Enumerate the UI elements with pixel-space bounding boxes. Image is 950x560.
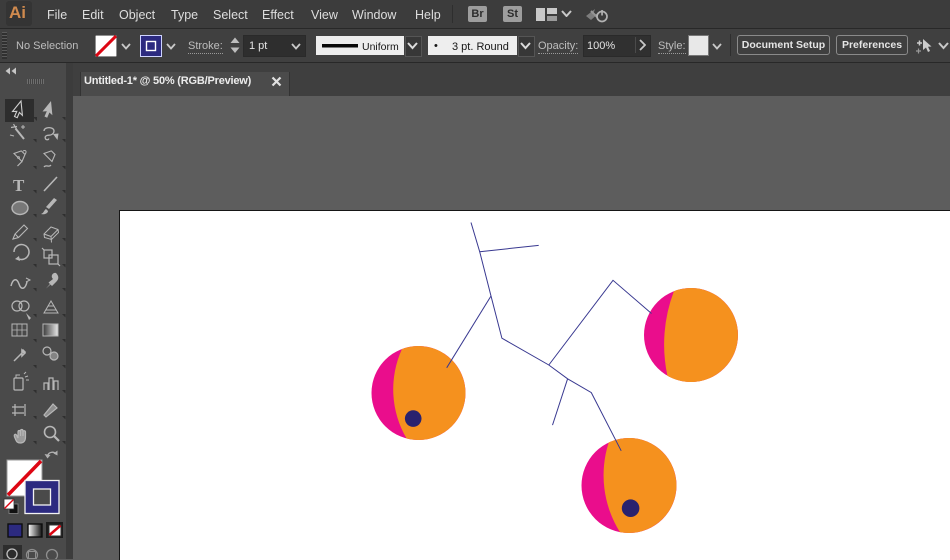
svg-text:T: T (13, 176, 25, 195)
